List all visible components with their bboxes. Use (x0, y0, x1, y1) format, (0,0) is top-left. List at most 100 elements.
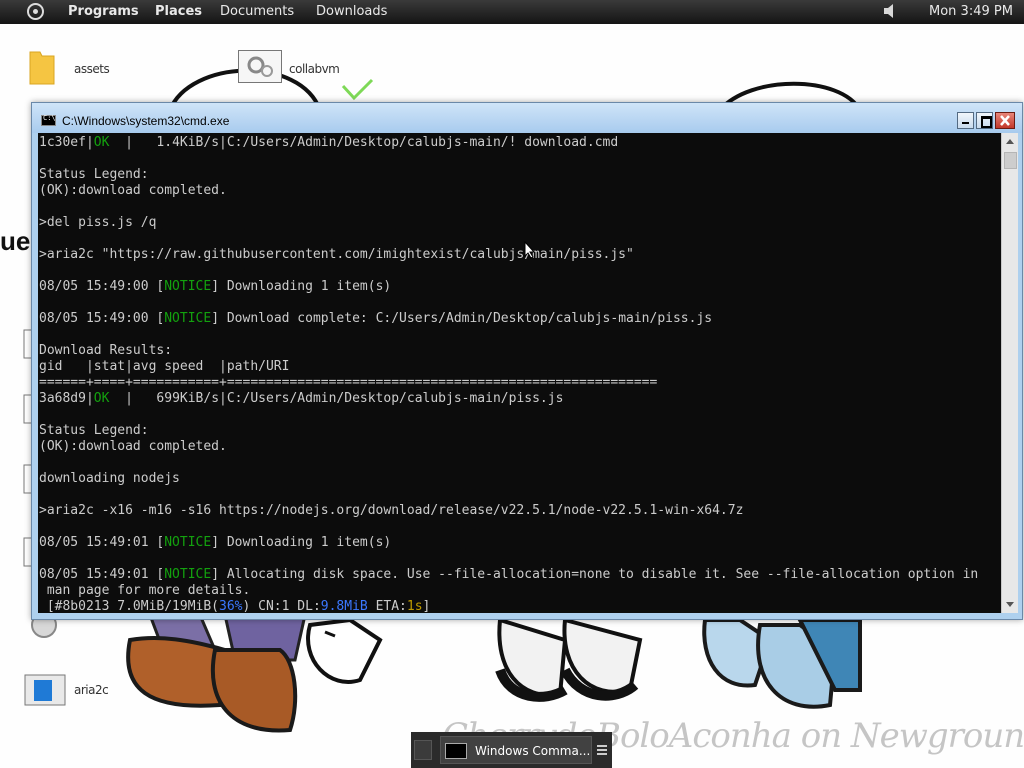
clock[interactable]: Mon 3:49 PM (929, 4, 1013, 19)
menu-places[interactable]: Places (155, 4, 202, 19)
console-line: >aria2c "https://raw.githubusercontent.c… (39, 247, 1001, 263)
cog-icon[interactable] (238, 50, 282, 83)
scroll-thumb[interactable] (1004, 152, 1017, 169)
console-text: Download Results: (39, 343, 173, 358)
console-line: 08/05 15:49:00 [NOTICE] Download complet… (39, 311, 1001, 327)
scroll-up-arrow-icon[interactable] (1002, 133, 1018, 150)
console-text: downloading nodejs (39, 471, 180, 486)
cmd-taskbar-icon (445, 743, 467, 759)
console-text: Status Legend: (39, 423, 149, 438)
close-icon (1000, 115, 1010, 126)
console-line: Status Legend: (39, 423, 1001, 439)
desktop-icon-label-aria2c[interactable]: aria2c (74, 683, 109, 697)
console-text: man page for more details. (39, 583, 251, 598)
console-text: ======+====+===========+================… (39, 375, 658, 390)
menu-documents[interactable]: Documents (220, 4, 294, 19)
console-line: >aria2c -x16 -m16 -s16 https://nodejs.or… (39, 503, 1001, 519)
console-text: NOTICE (164, 279, 212, 294)
cmd-app-icon (41, 114, 56, 126)
console-text: gid |stat|avg speed |path/URI (39, 359, 290, 374)
window-icon[interactable] (24, 674, 66, 706)
console-text: OK (93, 391, 110, 406)
console-line: 08/05 15:49:00 [NOTICE] Downloading 1 it… (39, 279, 1001, 295)
menu-programs[interactable]: Programs (68, 4, 139, 19)
console-text: Status Legend: (39, 167, 149, 182)
activities-logo-icon[interactable] (27, 3, 44, 20)
console-text: | 699KiB/s|C:/Users/Admin/Desktop/calubj… (109, 391, 564, 406)
console-line: gid |stat|avg speed |path/URI (39, 359, 1001, 375)
console-text: ) CN:1 DL: (242, 599, 321, 613)
console-text: ] Allocating disk space. Use --file-allo… (211, 567, 979, 582)
console-text: OK (93, 135, 110, 150)
close-button[interactable] (995, 112, 1015, 129)
title-bar[interactable]: C:\Windows\system32\cmd.exe (32, 103, 1022, 133)
console-text: ] Downloading 1 item(s) (211, 535, 392, 550)
console-output[interactable]: 1c30ef|OK | 1.4KiB/s|C:/Users/Admin/Desk… (38, 133, 1001, 613)
taskbar-item-label: Windows Comma... (475, 744, 591, 758)
console-text: [#8b0213 7.0MiB/19MiB( (39, 599, 220, 613)
console-text: 1c30ef| (39, 135, 94, 150)
console-text: >aria2c -x16 -m16 -s16 https://nodejs.or… (39, 503, 744, 518)
console-text: NOTICE (164, 311, 212, 326)
console-text: ] Downloading 1 item(s) (211, 279, 392, 294)
mouse-cursor-icon (524, 241, 536, 259)
taskbar: Windows Comma... (411, 732, 612, 768)
console-text: (OK):download completed. (39, 439, 227, 454)
console-text: ] (422, 599, 431, 613)
console-line: 08/05 15:49:01 [NOTICE] Downloading 1 it… (39, 535, 1001, 551)
window-list-icon[interactable] (595, 740, 609, 760)
console-text: 08/05 15:49:00 [ (39, 311, 165, 326)
top-panel: Programs Places Documents Downloads Mon … (0, 0, 1024, 24)
console-line: >del piss.js /q (39, 215, 1001, 231)
console-line: 3a68d9|OK | 699KiB/s|C:/Users/Admin/Desk… (39, 391, 1001, 407)
vertical-scrollbar[interactable] (1001, 133, 1018, 613)
console-line: ======+====+===========+================… (39, 375, 1001, 391)
console-line: Status Legend: (39, 167, 1001, 183)
window-title: C:\Windows\system32\cmd.exe (62, 114, 230, 128)
console-text: NOTICE (164, 535, 212, 550)
console-text: >aria2c "https://raw.githubusercontent.c… (39, 247, 634, 262)
scroll-down-arrow-icon[interactable] (1002, 596, 1018, 613)
show-desktop-button[interactable] (414, 740, 432, 760)
desktop-icon-label-assets[interactable]: assets (74, 62, 110, 76)
console-text: 08/05 15:49:00 [ (39, 279, 165, 294)
console-text: 3a68d9| (39, 391, 94, 406)
console-line: 08/05 15:49:01 [NOTICE] Allocating disk … (39, 567, 1001, 583)
volume-icon[interactable] (884, 4, 894, 18)
console-text: 08/05 15:49:01 [ (39, 535, 165, 550)
console-line: Download Results: (39, 343, 1001, 359)
console-text: 36% (219, 599, 243, 613)
console-text: 1s (406, 599, 423, 613)
console-line: downloading nodejs (39, 471, 1001, 487)
desktop-icon-label-collabvm[interactable]: collabvm (289, 62, 340, 76)
console-line: [#8b0213 7.0MiB/19MiB(36%) CN:1 DL:9.8Mi… (39, 599, 1001, 613)
console-text: 9.8MiB (320, 599, 368, 613)
taskbar-item-cmd[interactable]: Windows Comma... (440, 736, 592, 764)
minimize-button[interactable] (957, 112, 974, 129)
console-text: ] Download complete: C:/Users/Admin/Desk… (211, 311, 713, 326)
cmd-window[interactable]: C:\Windows\system32\cmd.exe 1c30ef|OK | … (31, 102, 1023, 620)
console-line: man page for more details. (39, 583, 1001, 599)
console-text: 08/05 15:49:01 [ (39, 567, 165, 582)
console-text: | 1.4KiB/s|C:/Users/Admin/Desktop/calubj… (109, 135, 619, 150)
console-line: (OK):download completed. (39, 439, 1001, 455)
maximize-button[interactable] (976, 112, 993, 129)
console-line: 1c30ef|OK | 1.4KiB/s|C:/Users/Admin/Desk… (39, 135, 1001, 151)
console-text: >del piss.js /q (39, 215, 157, 230)
menu-downloads[interactable]: Downloads (316, 4, 387, 19)
console-line: (OK):download completed. (39, 183, 1001, 199)
console-text: (OK):download completed. (39, 183, 227, 198)
console-text: NOTICE (164, 567, 212, 582)
folder-icon[interactable] (28, 48, 56, 86)
